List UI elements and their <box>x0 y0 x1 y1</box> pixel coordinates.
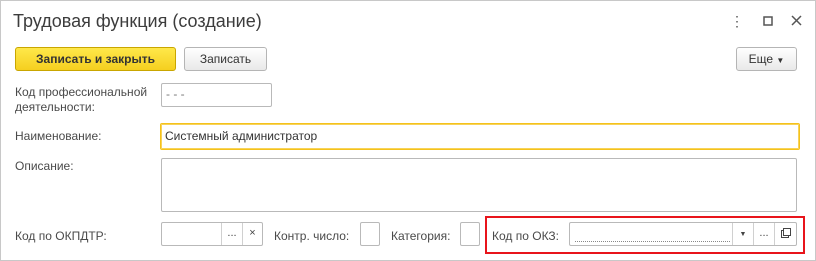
clear-icon: × <box>249 227 256 239</box>
okpdtr-clear-button[interactable]: × <box>242 223 262 245</box>
prof-code-field[interactable]: - - - <box>161 83 272 107</box>
close-icon[interactable] <box>788 13 804 29</box>
okz-highlight-frame <box>485 216 805 254</box>
more-vertical-icon[interactable]: ⋮ <box>729 13 745 29</box>
window-title: Трудовая функция (создание) <box>13 11 262 31</box>
name-input[interactable]: Системный администратор <box>160 123 800 150</box>
control-number-checkbox[interactable] <box>360 222 380 246</box>
save-button[interactable]: Записать <box>184 47 267 71</box>
prof-code-label: Код профессиональной деятельности: <box>15 85 148 114</box>
okpdtr-choose-button[interactable]: ... <box>221 223 242 245</box>
description-label: Описание: <box>15 159 74 173</box>
maximize-icon[interactable] <box>760 13 776 29</box>
description-textarea[interactable] <box>161 158 797 212</box>
ellipsis-icon: ... <box>227 227 237 239</box>
more-button[interactable]: Еще ▼ <box>736 47 797 71</box>
category-label: Категория: <box>391 229 451 243</box>
control-number-label: Контр. число: <box>274 229 350 243</box>
category-checkbox[interactable] <box>460 222 480 246</box>
save-and-close-button[interactable]: Записать и закрыть <box>15 47 176 71</box>
more-button-label: Еще <box>748 52 774 66</box>
chevron-down-icon: ▼ <box>776 56 785 65</box>
name-label: Наименование: <box>15 129 102 143</box>
form-window: Трудовая функция (создание) ⋮ Записать и… <box>0 0 816 261</box>
okpdtr-label: Код по ОКПДТР: <box>15 229 107 243</box>
